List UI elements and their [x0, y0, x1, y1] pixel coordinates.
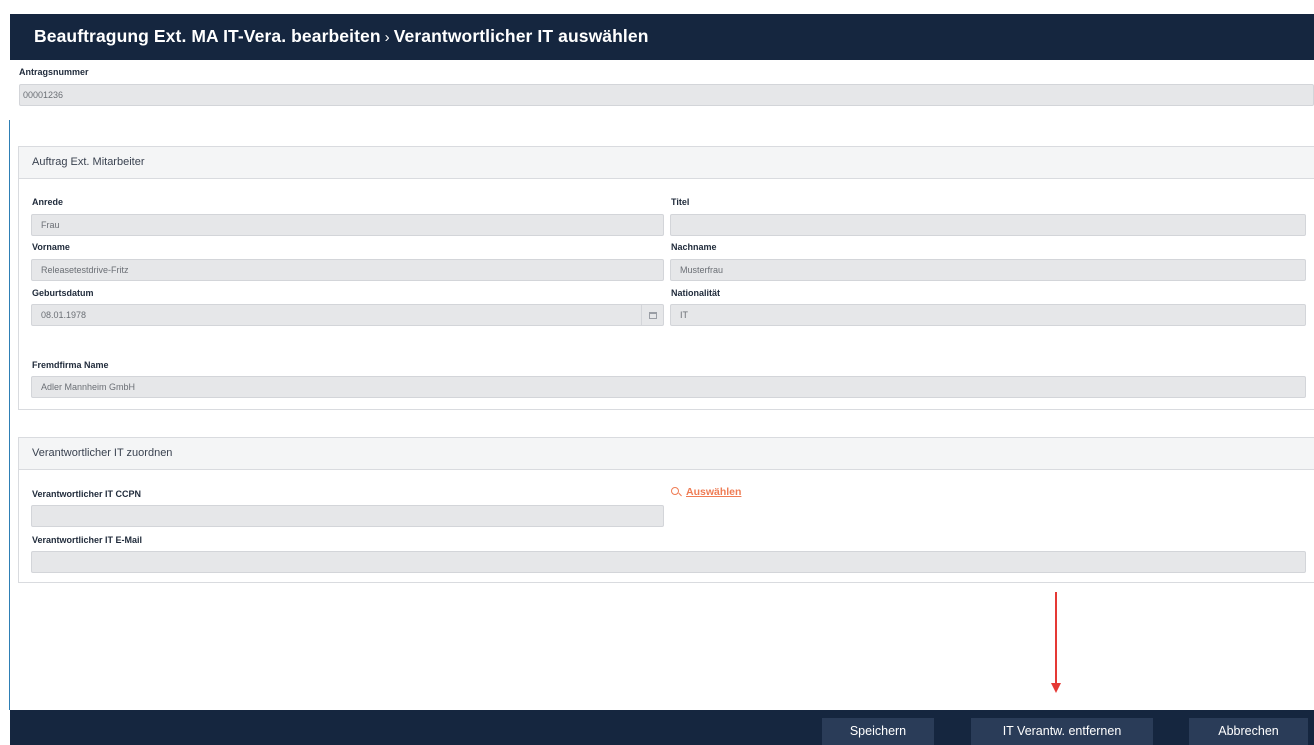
- nachname-label: Nachname: [671, 242, 717, 252]
- nationalitaet-label: Nationalität: [671, 288, 721, 298]
- antragsnummer-label: Antragsnummer: [19, 67, 89, 77]
- calendar-icon[interactable]: [641, 305, 663, 325]
- save-button[interactable]: Speichern: [822, 718, 934, 745]
- fremdfirma-field[interactable]: Adler Mannheim GmbH: [31, 376, 1306, 398]
- it-email-field[interactable]: [31, 551, 1306, 573]
- anrede-label: Anrede: [32, 197, 64, 207]
- it-ccpn-field[interactable]: [31, 505, 664, 527]
- left-accent-line: [9, 120, 10, 710]
- panel-auftrag-mitarbeiter-title: Auftrag Ext. Mitarbeiter: [19, 147, 1314, 179]
- auswaehlen-link[interactable]: Auswählen: [686, 486, 741, 498]
- breadcrumb-current: Verantwortlicher IT auswählen: [393, 26, 649, 46]
- title-bar: Beauftragung Ext. MA IT-Vera. bearbeiten…: [10, 14, 1314, 60]
- anrede-field[interactable]: Frau: [31, 214, 664, 236]
- geburtsdatum-value: 08.01.1978: [41, 310, 87, 320]
- breadcrumb-parent: Beauftragung Ext. MA IT-Vera. bearbeiten: [34, 26, 381, 46]
- vorname-field[interactable]: Releasetestdrive-Fritz: [31, 259, 664, 281]
- geburtsdatum-field[interactable]: 08.01.1978: [31, 304, 664, 326]
- remove-it-responsible-button[interactable]: IT Verantw. entfernen: [971, 718, 1153, 745]
- app-window: Beauftragung Ext. MA IT-Vera. bearbeiten…: [0, 0, 1314, 745]
- it-email-label: Verantwortlicher IT E-Mail: [32, 535, 143, 545]
- nachname-field[interactable]: Musterfrau: [670, 259, 1306, 281]
- breadcrumb-separator: ›: [384, 29, 390, 46]
- vorname-label: Vorname: [32, 242, 70, 252]
- footer-bar: Speichern IT Verantw. entfernen Abbreche…: [10, 710, 1314, 745]
- top-strip: [0, 0, 1314, 10]
- annotation-arrow-head: [1051, 683, 1061, 693]
- geburtsdatum-label: Geburtsdatum: [32, 288, 94, 298]
- cancel-button[interactable]: Abbrechen: [1189, 718, 1308, 745]
- panel-verantwortlicher-it-title: Verantwortlicher IT zuordnen: [19, 438, 1314, 470]
- it-ccpn-label: Verantwortlicher IT CCPN: [32, 489, 142, 499]
- annotation-arrow-shaft: [1055, 592, 1057, 684]
- fremdfirma-label: Fremdfirma Name: [32, 360, 109, 370]
- antragsnummer-field[interactable]: 00001236: [19, 84, 1314, 106]
- titel-field[interactable]: [670, 214, 1306, 236]
- nationalitaet-field[interactable]: IT: [670, 304, 1306, 326]
- page-title: Beauftragung Ext. MA IT-Vera. bearbeiten…: [34, 26, 649, 47]
- search-icon: [671, 487, 682, 497]
- titel-label: Titel: [671, 197, 690, 207]
